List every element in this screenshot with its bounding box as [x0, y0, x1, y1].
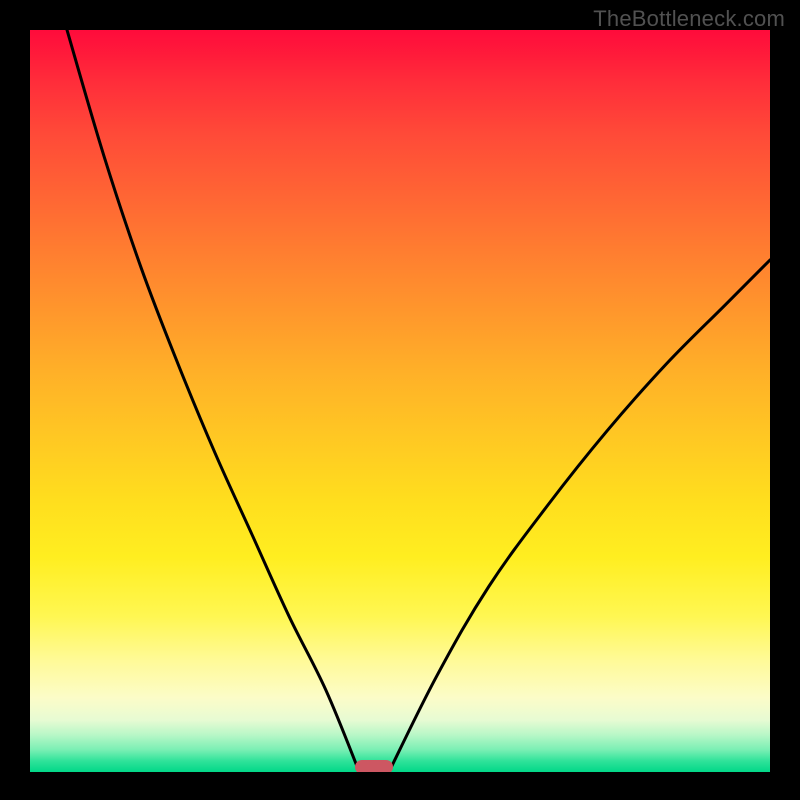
plot-area: [30, 30, 770, 772]
curve-layer: [30, 30, 770, 772]
watermark-text: TheBottleneck.com: [593, 6, 785, 32]
left-curve: [67, 30, 359, 772]
chart-frame: TheBottleneck.com: [0, 0, 800, 800]
right-curve: [389, 260, 770, 772]
bottleneck-marker: [355, 760, 393, 772]
